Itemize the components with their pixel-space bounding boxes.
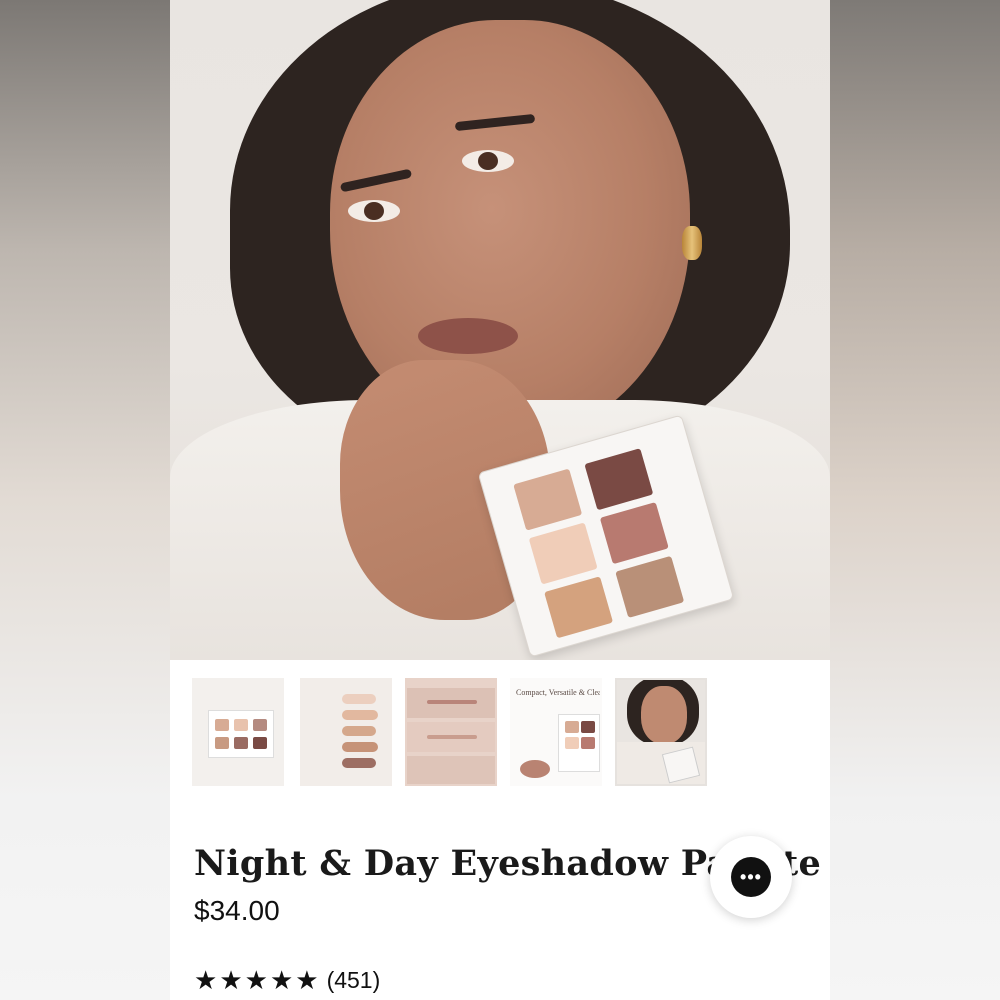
thumbnail-caption: Compact, Versatile & Clean	[516, 688, 602, 697]
product-rating[interactable]: ★ ★ ★ ★ ★ (451)	[194, 966, 380, 994]
review-count: (451)	[326, 966, 381, 993]
model-eye	[348, 200, 400, 222]
palette-pan	[544, 576, 614, 639]
star-icon: ★	[295, 965, 319, 995]
thumbnail-swatches[interactable]	[300, 678, 392, 786]
product-page: Compact, Versatile & Clean Night & Day E…	[170, 0, 830, 1000]
palette-pan	[528, 522, 598, 585]
chat-button[interactable]: •••	[710, 836, 792, 918]
model-lips	[418, 318, 518, 354]
mini-pan	[581, 721, 595, 733]
mini-palette	[558, 714, 600, 772]
star-icon: ★	[244, 965, 268, 995]
mini-pan	[253, 719, 267, 731]
product-price: $34.00	[194, 895, 280, 926]
thumbnail-model[interactable]	[615, 678, 707, 786]
swatch	[342, 694, 376, 704]
mini-pan	[565, 721, 579, 733]
mini-pan	[253, 737, 267, 749]
swatch	[342, 758, 376, 768]
powder-swatch	[520, 760, 550, 778]
star-icon: ★	[269, 965, 294, 995]
mini-pan	[581, 737, 595, 749]
arm	[407, 756, 495, 784]
hero-image[interactable]	[170, 0, 830, 660]
star-icon: ★	[194, 965, 218, 995]
thumbnail-arm-swatches[interactable]	[405, 678, 497, 786]
background-left	[0, 0, 170, 1000]
earring	[682, 226, 702, 260]
palette-pan	[615, 555, 685, 618]
stripe	[427, 700, 477, 704]
thumbnail-palette-flatlay[interactable]	[192, 678, 284, 786]
background-right	[830, 0, 1000, 1000]
mini-pan	[215, 719, 229, 731]
star-icon: ★	[219, 965, 243, 995]
palette-pan	[584, 448, 654, 511]
palette-pan	[513, 468, 583, 531]
palette-pan	[599, 502, 669, 565]
stripe	[427, 735, 477, 739]
swatch	[342, 742, 378, 752]
mini-pan	[234, 719, 248, 731]
chat-bubble-icon: •••	[731, 857, 771, 897]
mini-face	[641, 686, 687, 744]
mini-pan	[565, 737, 579, 749]
swatch	[342, 710, 378, 720]
thumbnail-strip: Compact, Versatile & Clean	[192, 675, 812, 790]
model-eye	[462, 150, 514, 172]
mini-pan	[234, 737, 248, 749]
mini-palette	[208, 710, 274, 758]
thumbnail-compact-versatile-clean[interactable]: Compact, Versatile & Clean	[510, 678, 602, 786]
swatch	[342, 726, 376, 736]
mini-pan	[215, 737, 229, 749]
